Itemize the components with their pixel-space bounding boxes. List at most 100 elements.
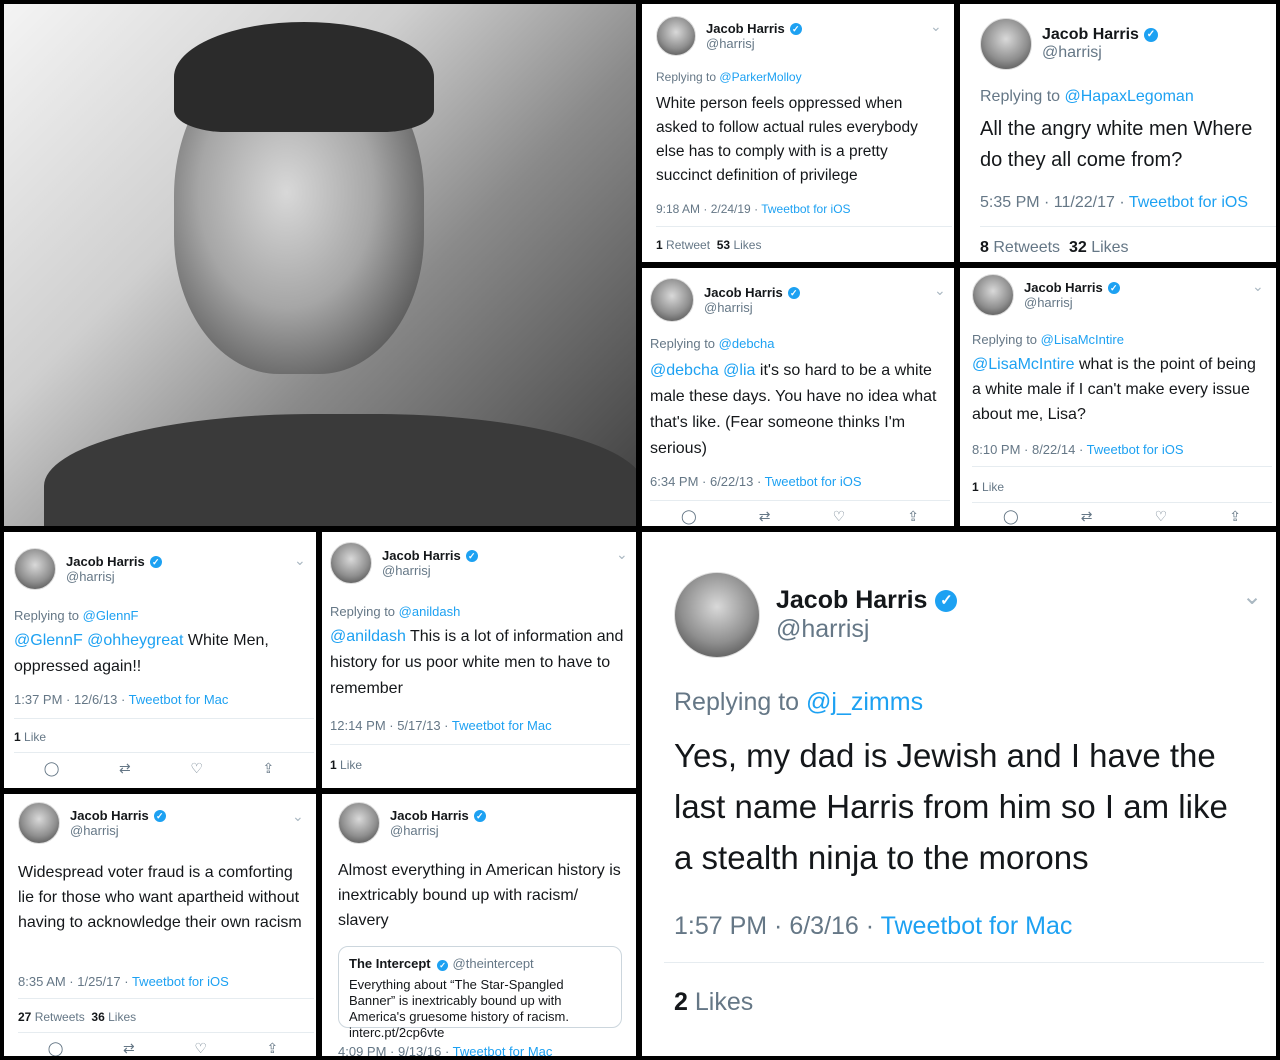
reply-icon[interactable]: ◯ <box>48 1040 64 1056</box>
reply-to-link[interactable]: @LisaMcIntire <box>1041 332 1124 347</box>
author-handle[interactable]: @harrisj <box>70 823 166 838</box>
verified-badge-icon: ✓ <box>789 22 802 35</box>
chevron-down-icon[interactable]: ⌄ <box>294 552 306 569</box>
tweet-source-link[interactable]: Tweetbot for Mac <box>452 718 552 733</box>
author-name[interactable]: Jacob Harris <box>382 548 461 563</box>
tweet-actions: ◯ ⇄ ♡ ⇪ <box>650 508 950 525</box>
replying-to: Replying to @GlennF <box>14 608 139 623</box>
avatar[interactable] <box>980 18 1032 70</box>
tweet-text: @GlennF @ohheygreat White Men, oppressed… <box>14 632 269 675</box>
tweet-stats[interactable]: 1 Like <box>972 480 1004 494</box>
reply-icon[interactable]: ◯ <box>681 508 697 525</box>
tweet-source-link[interactable]: Tweetbot for iOS <box>765 474 862 489</box>
avatar[interactable] <box>330 542 372 584</box>
share-icon[interactable]: ⇪ <box>907 508 919 525</box>
avatar[interactable] <box>18 802 60 844</box>
tweet-stats[interactable]: 8 Retweets 32 Likes <box>980 239 1129 257</box>
replying-to: Replying to @j_zimms <box>674 688 924 716</box>
like-icon[interactable]: ♡ <box>833 508 846 525</box>
tweet-mentions[interactable]: @GlennF @ohheygreat <box>14 632 183 649</box>
retweet-icon[interactable]: ⇄ <box>759 508 771 525</box>
chevron-down-icon[interactable]: ⌄ <box>616 546 628 563</box>
tweet-source-link[interactable]: Tweetbot for iOS <box>132 974 229 989</box>
tweet-meta: 12:14 PM · 5/17/13 · Tweetbot for Mac <box>330 718 552 733</box>
avatar[interactable] <box>656 16 696 56</box>
tweet-stats[interactable]: 2 Likes <box>674 988 753 1017</box>
verified-badge-icon: ✓ <box>437 960 449 971</box>
tweet-stats[interactable]: 1 Retweet 53 Likes <box>656 238 761 252</box>
tweet-mentions[interactable]: @anildash <box>330 628 406 645</box>
chevron-down-icon[interactable]: ⌄ <box>934 282 946 299</box>
author-handle[interactable]: @harrisj <box>1042 44 1158 62</box>
author-handle[interactable]: @harrisj <box>704 300 800 315</box>
retweet-icon[interactable]: ⇄ <box>123 1040 135 1056</box>
author-handle[interactable]: @harrisj <box>382 563 478 578</box>
tweet-source-link[interactable]: Tweetbot for iOS <box>1129 194 1248 211</box>
author-name[interactable]: Jacob Harris <box>706 21 785 36</box>
author-name[interactable]: Jacob Harris <box>704 285 783 300</box>
avatar[interactable] <box>650 278 694 322</box>
reply-icon[interactable]: ◯ <box>1003 508 1019 525</box>
tweet-card-9: Jacob Harris ✓ @harrisj Almost everything… <box>322 794 636 1056</box>
chevron-down-icon[interactable]: ⌄ <box>930 18 942 35</box>
retweet-icon[interactable]: ⇄ <box>1081 508 1093 525</box>
tweet-source-link[interactable]: Tweetbot for Mac <box>881 912 1073 940</box>
like-icon[interactable]: ♡ <box>194 1040 207 1056</box>
chevron-down-icon[interactable]: ⌄ <box>292 808 304 825</box>
share-icon[interactable]: ⇪ <box>262 760 274 777</box>
share-icon[interactable]: ⇪ <box>1229 508 1241 525</box>
chevron-down-icon[interactable]: ⌄ <box>1252 278 1264 295</box>
tweet-source-link[interactable]: Tweetbot for Mac <box>129 692 229 707</box>
replying-to: Replying to @HapaxLegoman <box>980 88 1194 105</box>
tweet-source-link[interactable]: Tweetbot for iOS <box>1087 442 1184 457</box>
reply-to-link[interactable]: @ParkerMolloy <box>719 70 801 84</box>
tweet-stats[interactable]: 1 Like <box>14 730 46 744</box>
quote-author-name[interactable]: The Intercept <box>349 956 431 971</box>
reply-to-link[interactable]: @HapaxLegoman <box>1065 88 1194 105</box>
share-icon[interactable]: ⇪ <box>266 1040 278 1056</box>
tweet-mentions[interactable]: @LisaMcIntire <box>972 356 1075 373</box>
tweet-mentions[interactable]: @debcha @lia <box>650 362 755 379</box>
avatar[interactable] <box>972 274 1014 316</box>
author-handle[interactable]: @harrisj <box>776 615 957 644</box>
like-icon[interactable]: ♡ <box>190 760 203 777</box>
tweet-source-link[interactable]: Tweetbot for iOS <box>761 202 850 216</box>
avatar[interactable] <box>338 802 380 844</box>
tweet-card-2: Jacob Harris ✓ @harrisj Replying to @Hapa… <box>960 4 1276 262</box>
quoted-tweet[interactable]: The Intercept ✓ @theintercept Everything… <box>338 946 622 1040</box>
author-name[interactable]: Jacob Harris <box>776 586 927 615</box>
replying-to: Replying to @LisaMcIntire <box>972 332 1124 347</box>
author-name[interactable]: Jacob Harris <box>66 554 145 569</box>
tweet-card-5: Jacob Harris ✓ @harrisj ⌄ Replying to @Gl… <box>4 532 316 788</box>
chevron-down-icon[interactable]: ⌄ <box>1242 582 1262 611</box>
reply-to-link[interactable]: @anildash <box>399 604 461 619</box>
verified-badge-icon: ✓ <box>149 555 162 568</box>
tweet-card-3: Jacob Harris ✓ @harrisj ⌄ Replying to @de… <box>642 268 954 526</box>
author-handle[interactable]: @harrisj <box>390 823 486 838</box>
author-handle[interactable]: @harrisj <box>66 569 162 584</box>
author-name[interactable]: Jacob Harris <box>1042 26 1139 44</box>
portrait-shirt <box>44 414 636 526</box>
author-name[interactable]: Jacob Harris <box>1024 280 1103 295</box>
reply-to-link[interactable]: @GlennF <box>83 608 139 623</box>
author-name[interactable]: Jacob Harris <box>390 808 469 823</box>
author-handle[interactable]: @harrisj <box>706 36 802 51</box>
tweet-meta: 8:10 PM · 8/22/14 · Tweetbot for iOS <box>972 442 1184 457</box>
tweet-text: @debcha @lia it's so hard to be a white … <box>650 362 937 457</box>
portrait-hair <box>174 22 434 132</box>
avatar[interactable] <box>14 548 56 590</box>
reply-to-link[interactable]: @debcha <box>719 336 775 351</box>
tweet-text: @LisaMcIntire what is the point of being… <box>972 356 1256 423</box>
retweet-icon[interactable]: ⇄ <box>119 760 131 777</box>
author-name[interactable]: Jacob Harris <box>70 808 149 823</box>
replying-to: Replying to @debcha <box>650 336 775 351</box>
tweet-stats[interactable]: 27 Retweets 36 Likes <box>18 1010 136 1024</box>
reply-icon[interactable]: ◯ <box>44 760 60 777</box>
tweet-source-link[interactable]: Tweetbot for Mac <box>453 1044 553 1056</box>
tweet-stats[interactable]: 1 Like <box>330 758 362 772</box>
reply-to-link[interactable]: @j_zimms <box>806 688 923 716</box>
quote-author-handle[interactable]: @theintercept <box>453 956 534 971</box>
like-icon[interactable]: ♡ <box>1155 508 1168 525</box>
author-handle[interactable]: @harrisj <box>1024 295 1120 310</box>
avatar[interactable] <box>674 572 760 658</box>
